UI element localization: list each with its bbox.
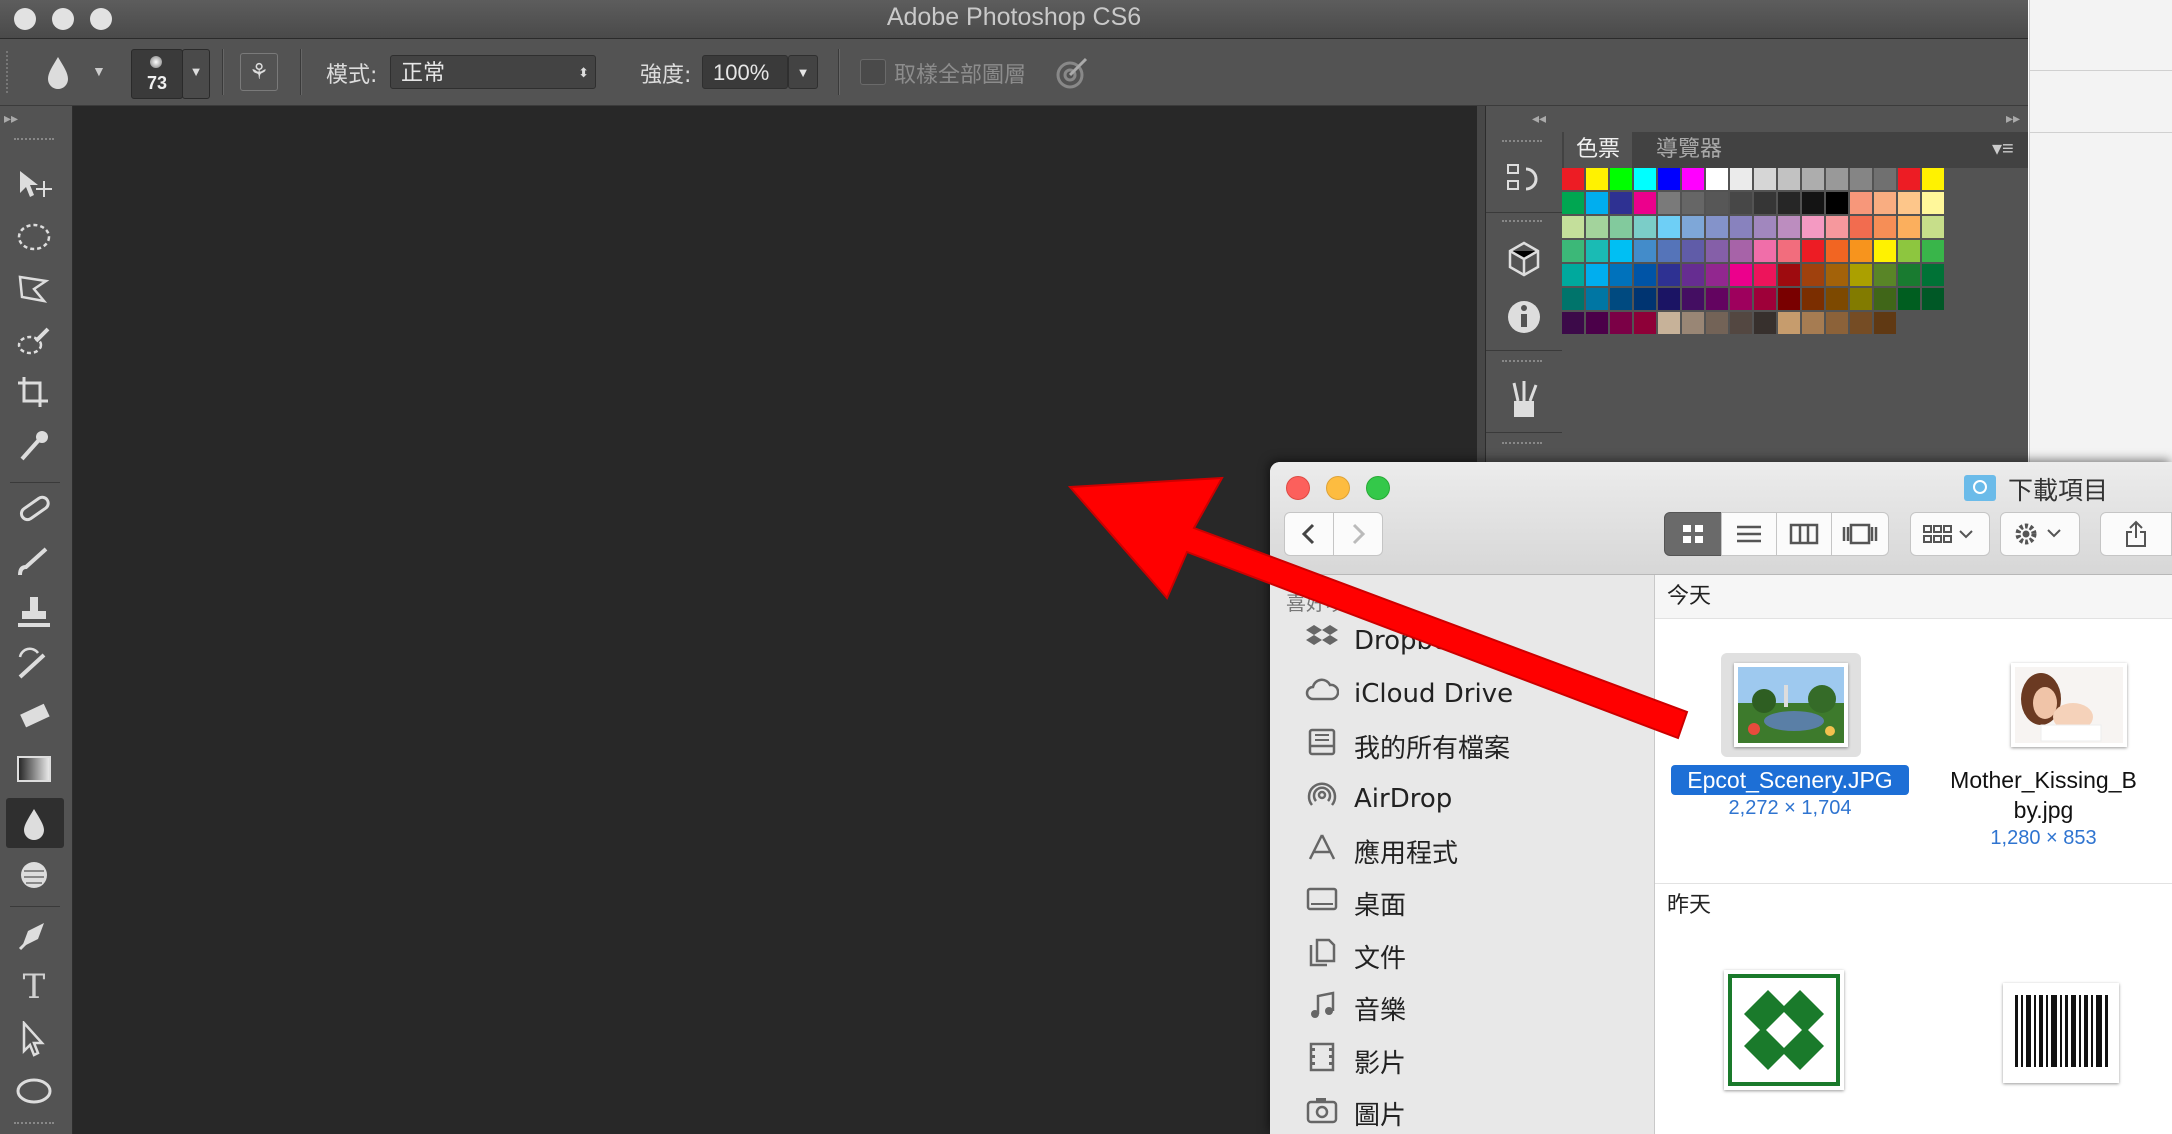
- red-arrow-annotation: [1067, 476, 1689, 740]
- red-arrow-icon: [1067, 476, 1689, 740]
